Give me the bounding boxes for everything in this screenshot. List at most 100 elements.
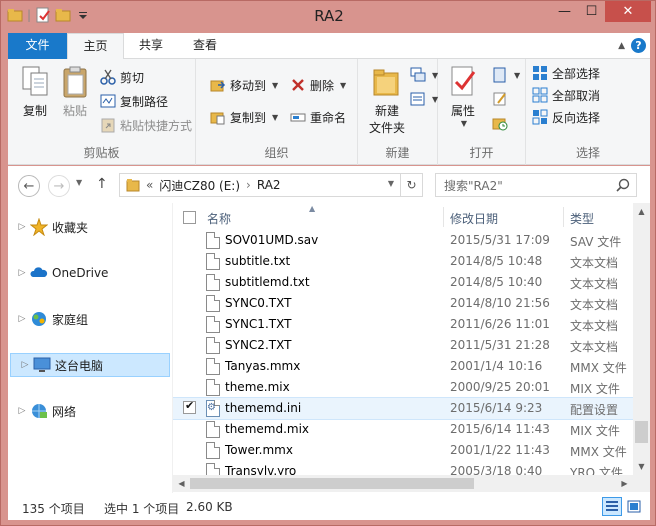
easy-access-button[interactable]: ▼: [410, 89, 438, 109]
new-folder-icon: [371, 65, 403, 99]
file-icon: [206, 442, 220, 459]
breadcrumb-separator[interactable]: ›: [246, 178, 251, 192]
vertical-scrollbar[interactable]: ▲ ▼: [633, 203, 650, 475]
file-row[interactable]: Tower.mmx 2001/1/22 11:43 MMX 文件: [173, 440, 633, 461]
column-name[interactable]: 名称: [207, 210, 231, 227]
details-view-button[interactable]: [602, 497, 622, 516]
paste-button[interactable]: 粘贴: [58, 65, 92, 119]
open-button[interactable]: ▼: [492, 65, 520, 85]
file-row[interactable]: thememd.mix 2015/6/14 11:43 MIX 文件: [173, 419, 633, 440]
help-icon[interactable]: ?: [631, 38, 646, 53]
column-date[interactable]: 修改日期: [450, 210, 498, 227]
expand-arrow-icon[interactable]: ▷: [16, 268, 28, 278]
back-button[interactable]: ←: [18, 175, 40, 197]
copy-to-button[interactable]: 复制到 ▼: [210, 107, 278, 127]
collapse-ribbon-icon[interactable]: ▲: [618, 41, 625, 51]
address-history-icon[interactable]: ▼: [388, 179, 394, 188]
tab-share[interactable]: 共享: [124, 33, 178, 59]
column-type[interactable]: 类型: [570, 210, 594, 227]
copy-button[interactable]: 复制: [18, 65, 52, 119]
address-bar[interactable]: « 闪迪CZ80 (E:) › RA2 ▼ ↻: [119, 173, 423, 197]
edit-button[interactable]: [492, 89, 508, 109]
breadcrumb-drive[interactable]: 闪迪CZ80 (E:): [159, 177, 240, 194]
easy-access-icon: [410, 91, 426, 107]
tab-home[interactable]: 主页: [67, 33, 124, 60]
paste-shortcut-button[interactable]: 粘贴快捷方式: [100, 115, 192, 135]
file-icon: [206, 232, 220, 249]
scroll-thumb[interactable]: [190, 478, 474, 489]
close-button[interactable]: ✕: [605, 1, 651, 22]
file-row[interactable]: Tanyas.mmx 2001/1/4 10:16 MMX 文件: [173, 356, 633, 377]
properties-icon: [447, 65, 479, 99]
expand-arrow-icon[interactable]: ▷: [16, 406, 28, 416]
expand-arrow-icon[interactable]: ▷: [19, 360, 31, 370]
file-type: SAV 文件: [570, 235, 622, 249]
tab-file[interactable]: 文件: [8, 33, 67, 59]
group-clipboard: 复制 粘贴 剪切 复制路径 粘贴快捷方式 剪贴板: [8, 59, 196, 165]
history-button[interactable]: [492, 113, 508, 133]
properties-button[interactable]: 属性 ▼: [444, 65, 482, 128]
minimize-button[interactable]: —: [551, 1, 578, 22]
nav-item-label: 收藏夹: [52, 220, 89, 235]
select-all-button[interactable]: 全部选择: [532, 63, 600, 83]
scroll-right-icon[interactable]: ▶: [616, 475, 633, 492]
scroll-up-icon[interactable]: ▲: [633, 203, 650, 220]
expand-arrow-icon[interactable]: ▷: [16, 314, 28, 324]
copy-path-button[interactable]: 复制路径: [100, 91, 168, 111]
maximize-button[interactable]: ☐: [578, 1, 605, 22]
row-checkbox[interactable]: [183, 399, 196, 414]
window-controls: — ☐ ✕: [551, 1, 651, 22]
scroll-thumb[interactable]: [635, 421, 648, 443]
file-row[interactable]: SYNC1.TXT 2011/6/26 11:01 文本文档: [173, 314, 633, 335]
nav-item-favorites[interactable]: ▷ 收藏夹: [8, 215, 170, 239]
nav-item-label: 网络: [52, 404, 77, 419]
title-bar: | RA2 — ☐ ✕: [1, 1, 656, 32]
properties-label: 属性: [450, 104, 475, 118]
file-icon: [206, 358, 220, 375]
file-row[interactable]: SOV01UMD.sav 2015/5/31 17:09 SAV 文件: [173, 230, 633, 251]
file-row[interactable]: SYNC2.TXT 2011/5/31 21:28 文本文档: [173, 335, 633, 356]
cut-button[interactable]: 剪切: [100, 67, 144, 87]
rename-button[interactable]: 重命名: [290, 107, 346, 127]
nav-item-homegroup[interactable]: ▷ 家庭组: [8, 307, 170, 331]
nav-item-this-pc[interactable]: ▷ 这台电脑: [10, 353, 170, 377]
recent-locations-icon[interactable]: ▼: [76, 178, 82, 187]
back-arrow-icon: ←: [23, 178, 35, 194]
status-bar: 135 个项目 选中 1 个项目 2.60 KB: [8, 493, 650, 520]
forward-button[interactable]: →: [48, 175, 70, 197]
column-divider[interactable]: [443, 207, 444, 227]
select-all-checkbox[interactable]: [183, 211, 196, 224]
move-to-button[interactable]: 移动到 ▼: [210, 75, 278, 95]
file-row[interactable]: subtitle.txt 2014/8/5 10:48 文本文档: [173, 251, 633, 272]
select-all-icon: [532, 65, 548, 81]
expand-arrow-icon[interactable]: ▷: [16, 222, 28, 232]
new-item-button[interactable]: ▼: [410, 65, 438, 85]
file-name: subtitle.txt: [225, 254, 291, 268]
invert-selection-button[interactable]: 反向选择: [532, 107, 600, 127]
scroll-down-icon[interactable]: ▼: [633, 458, 650, 475]
copy-path-icon: [100, 93, 116, 109]
search-input[interactable]: 搜索"RA2": [435, 173, 637, 197]
file-row[interactable]: thememd.ini 2015/6/14 9:23 配置设置: [173, 397, 634, 420]
new-folder-button[interactable]: 新建 文件夹: [364, 65, 410, 136]
horizontal-scrollbar[interactable]: ◀ ▶: [173, 475, 633, 492]
select-none-button[interactable]: 全部取消: [532, 85, 600, 105]
file-row[interactable]: SYNC0.TXT 2014/8/10 21:56 文本文档: [173, 293, 633, 314]
scroll-left-icon[interactable]: ◀: [173, 475, 190, 492]
file-icon: [206, 421, 220, 438]
up-arrow-icon[interactable]: ↑: [96, 176, 108, 192]
nav-item-onedrive[interactable]: ▷ OneDrive: [8, 261, 170, 285]
large-icons-view-button[interactable]: [624, 497, 644, 516]
file-row[interactable]: subtitlemd.txt 2014/8/5 10:40 文本文档: [173, 272, 633, 293]
file-row[interactable]: theme.mix 2000/9/25 20:01 MIX 文件: [173, 377, 633, 398]
nav-item-network[interactable]: ▷ 网络: [8, 399, 170, 423]
column-divider[interactable]: [563, 207, 564, 227]
tab-view[interactable]: 查看: [178, 33, 232, 59]
delete-button[interactable]: 删除 ▼: [290, 75, 346, 95]
ribbon-home: 复制 粘贴 剪切 复制路径 粘贴快捷方式 剪贴板 移动到 ▼ 删除 ▼ 复制到 …: [8, 59, 650, 165]
new-folder-label-1: 新建: [374, 104, 399, 118]
nav-item-label: 这台电脑: [55, 358, 104, 373]
breadcrumb-folder[interactable]: RA2: [257, 178, 281, 192]
breadcrumb-overflow[interactable]: «: [146, 178, 153, 192]
refresh-button[interactable]: ↻: [400, 174, 422, 196]
